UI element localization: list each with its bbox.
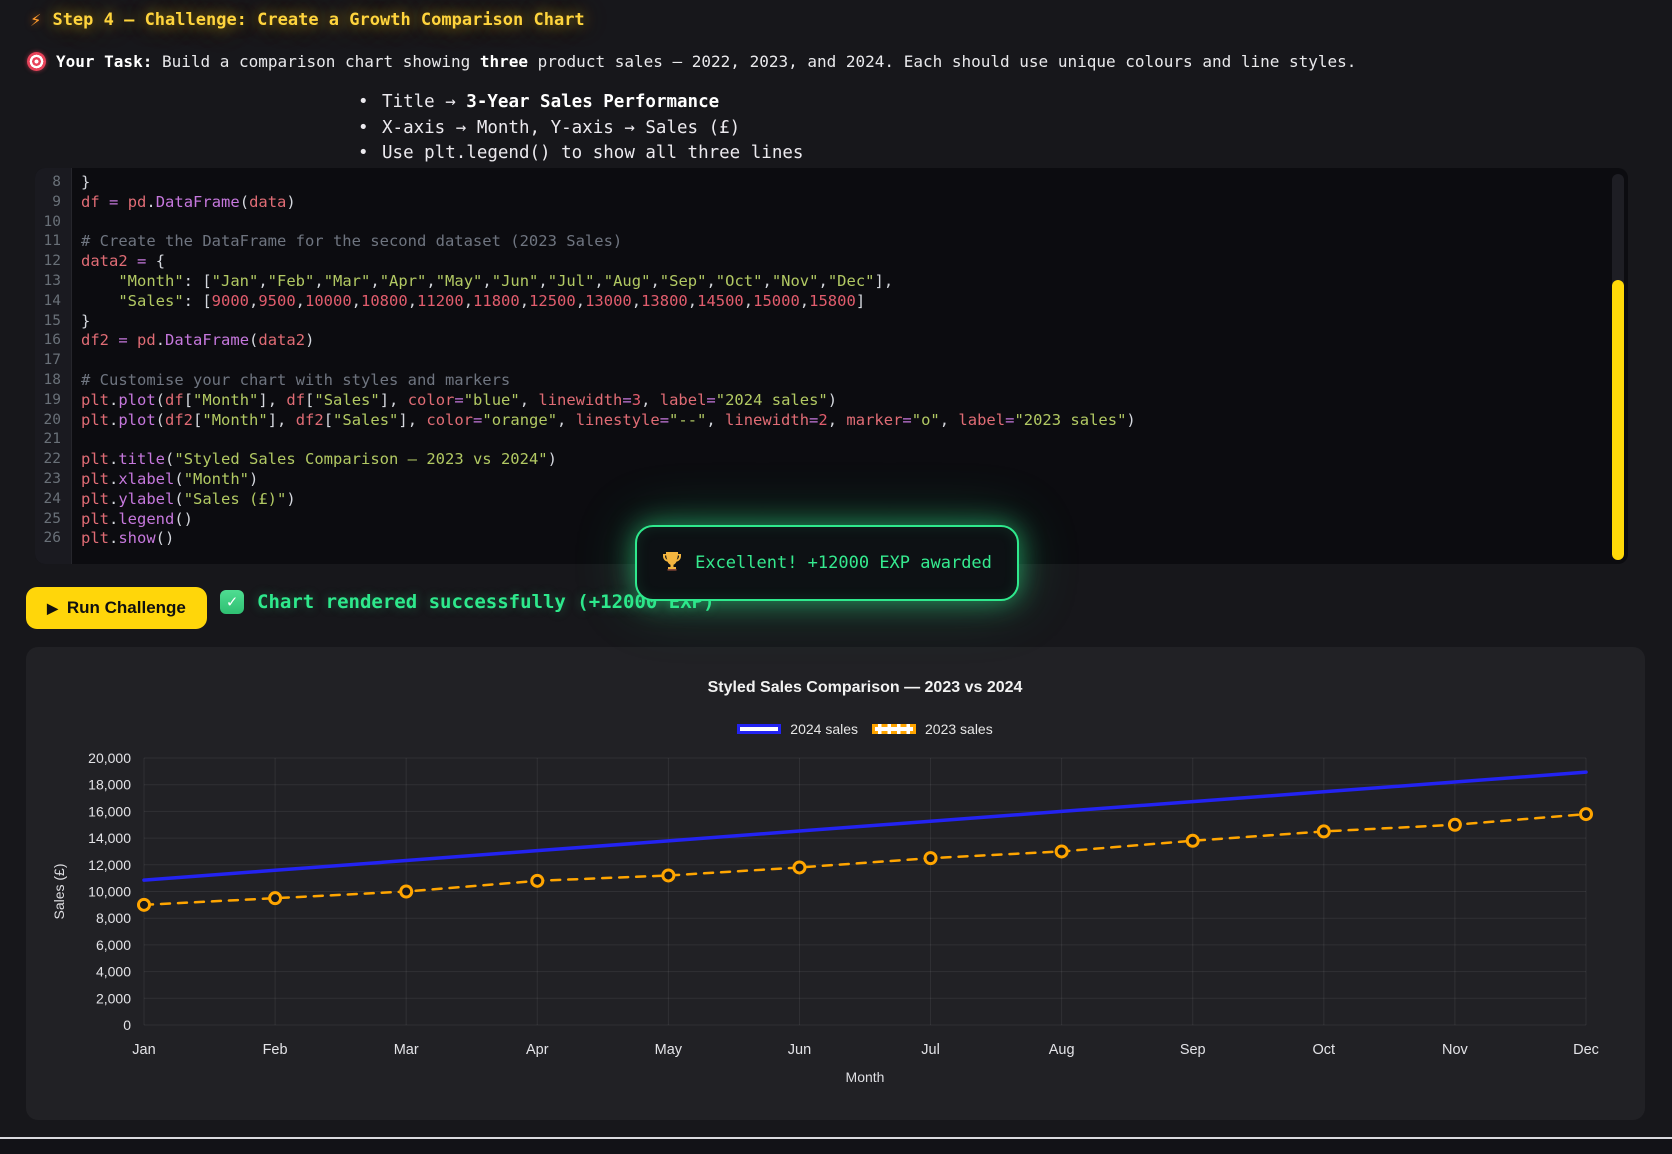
- svg-text:0: 0: [123, 1017, 131, 1033]
- code-line: 19plt.plot(df["Month"], df["Sales"], col…: [35, 391, 1610, 411]
- svg-text:12,000: 12,000: [88, 857, 131, 873]
- svg-text:Feb: Feb: [263, 1042, 288, 1058]
- svg-text:Mar: Mar: [394, 1042, 419, 1058]
- editor-scrollbar-thumb[interactable]: [1612, 280, 1624, 560]
- run-challenge-button[interactable]: ▶ Run Challenge: [26, 587, 207, 629]
- svg-text:May: May: [655, 1042, 683, 1058]
- svg-text:Jul: Jul: [921, 1042, 940, 1058]
- play-icon: ▶: [47, 600, 58, 617]
- toast-text: Excellent! +12000 EXP awarded: [695, 553, 992, 573]
- exp-toast: Excellent! +12000 EXP awarded: [635, 525, 1019, 601]
- code-line: 23plt.xlabel("Month"): [35, 470, 1610, 490]
- svg-text:Sep: Sep: [1180, 1042, 1206, 1058]
- svg-text:4,000: 4,000: [96, 964, 131, 980]
- svg-text:Sales (£): Sales (£): [51, 863, 67, 919]
- svg-text:Jun: Jun: [788, 1042, 811, 1058]
- svg-text:Jan: Jan: [132, 1042, 155, 1058]
- target-icon: [27, 52, 46, 71]
- svg-text:Dec: Dec: [1573, 1042, 1599, 1058]
- code-line: 16df2 = pd.DataFrame(data2): [35, 331, 1610, 351]
- requirements-list: •Title → 3-Year Sales Performance •X-axi…: [358, 90, 803, 167]
- svg-text:6,000: 6,000: [96, 937, 131, 953]
- requirement-item: •Title → 3-Year Sales Performance: [358, 90, 803, 116]
- svg-text:18,000: 18,000: [88, 777, 131, 793]
- code-line: 18# Customise your chart with styles and…: [35, 371, 1610, 391]
- code-line: 9df = pd.DataFrame(data): [35, 193, 1610, 213]
- requirement-item: •X-axis → Month, Y-axis → Sales (£): [358, 116, 803, 142]
- chart-panel: Styled Sales Comparison — 2023 vs 2024 2…: [26, 647, 1645, 1120]
- svg-text:Month: Month: [846, 1069, 885, 1085]
- requirement-item: •Use plt.legend() to show all three line…: [358, 141, 803, 167]
- trophy-icon: [662, 551, 682, 576]
- code-line: 17: [35, 351, 1610, 371]
- next-section-background: [0, 1139, 1672, 1154]
- svg-text:2,000: 2,000: [96, 990, 131, 1006]
- svg-text:Nov: Nov: [1442, 1042, 1469, 1058]
- svg-text:20,000: 20,000: [88, 750, 131, 766]
- step-header: ⚡ Step 4 — Challenge: Create a Growth Co…: [30, 9, 585, 31]
- svg-text:14,000: 14,000: [88, 830, 131, 846]
- step-title: Step 4 — Challenge: Create a Growth Comp…: [52, 10, 584, 30]
- code-line: 13 "Month": ["Jan","Feb","Mar","Apr","Ma…: [35, 272, 1610, 292]
- svg-text:Oct: Oct: [1313, 1042, 1336, 1058]
- code-line: 24plt.ylabel("Sales (£)"): [35, 490, 1610, 510]
- code-line: 21: [35, 430, 1610, 450]
- svg-text:Apr: Apr: [526, 1042, 549, 1058]
- code-line: 20plt.plot(df2["Month"], df2["Sales"], c…: [35, 411, 1610, 431]
- sales-chart-canvas[interactable]: 0 2,000 4,000 6,000 8,000 10,000 12,000 14,000 1…: [26, 647, 1645, 1120]
- svg-text:Aug: Aug: [1049, 1042, 1075, 1058]
- code-line: 14 "Sales": [9000,9500,10000,10800,11200…: [35, 292, 1610, 312]
- task-row: Your Task: Build a comparison chart show…: [27, 52, 1356, 71]
- code-line: 11# Create the DataFrame for the second …: [35, 232, 1610, 252]
- checkbox-icon: ✓: [220, 590, 244, 614]
- code-line: 8}: [35, 173, 1610, 193]
- code-line: 10: [35, 213, 1610, 233]
- lightning-icon: ⚡: [30, 9, 41, 31]
- code-line: 15}: [35, 312, 1610, 332]
- svg-text:16,000: 16,000: [88, 803, 131, 819]
- code-line: 22plt.title("Styled Sales Comparison — 2…: [35, 450, 1610, 470]
- code-line: 12data2 = {: [35, 252, 1610, 272]
- code-editor[interactable]: 8}9df = pd.DataFrame(data)1011# Create t…: [35, 168, 1628, 564]
- svg-text:10,000: 10,000: [88, 884, 131, 900]
- svg-text:8,000: 8,000: [96, 910, 131, 926]
- task-text: Your Task: Build a comparison chart show…: [56, 52, 1356, 71]
- code-lines[interactable]: 8}9df = pd.DataFrame(data)1011# Create t…: [35, 173, 1610, 549]
